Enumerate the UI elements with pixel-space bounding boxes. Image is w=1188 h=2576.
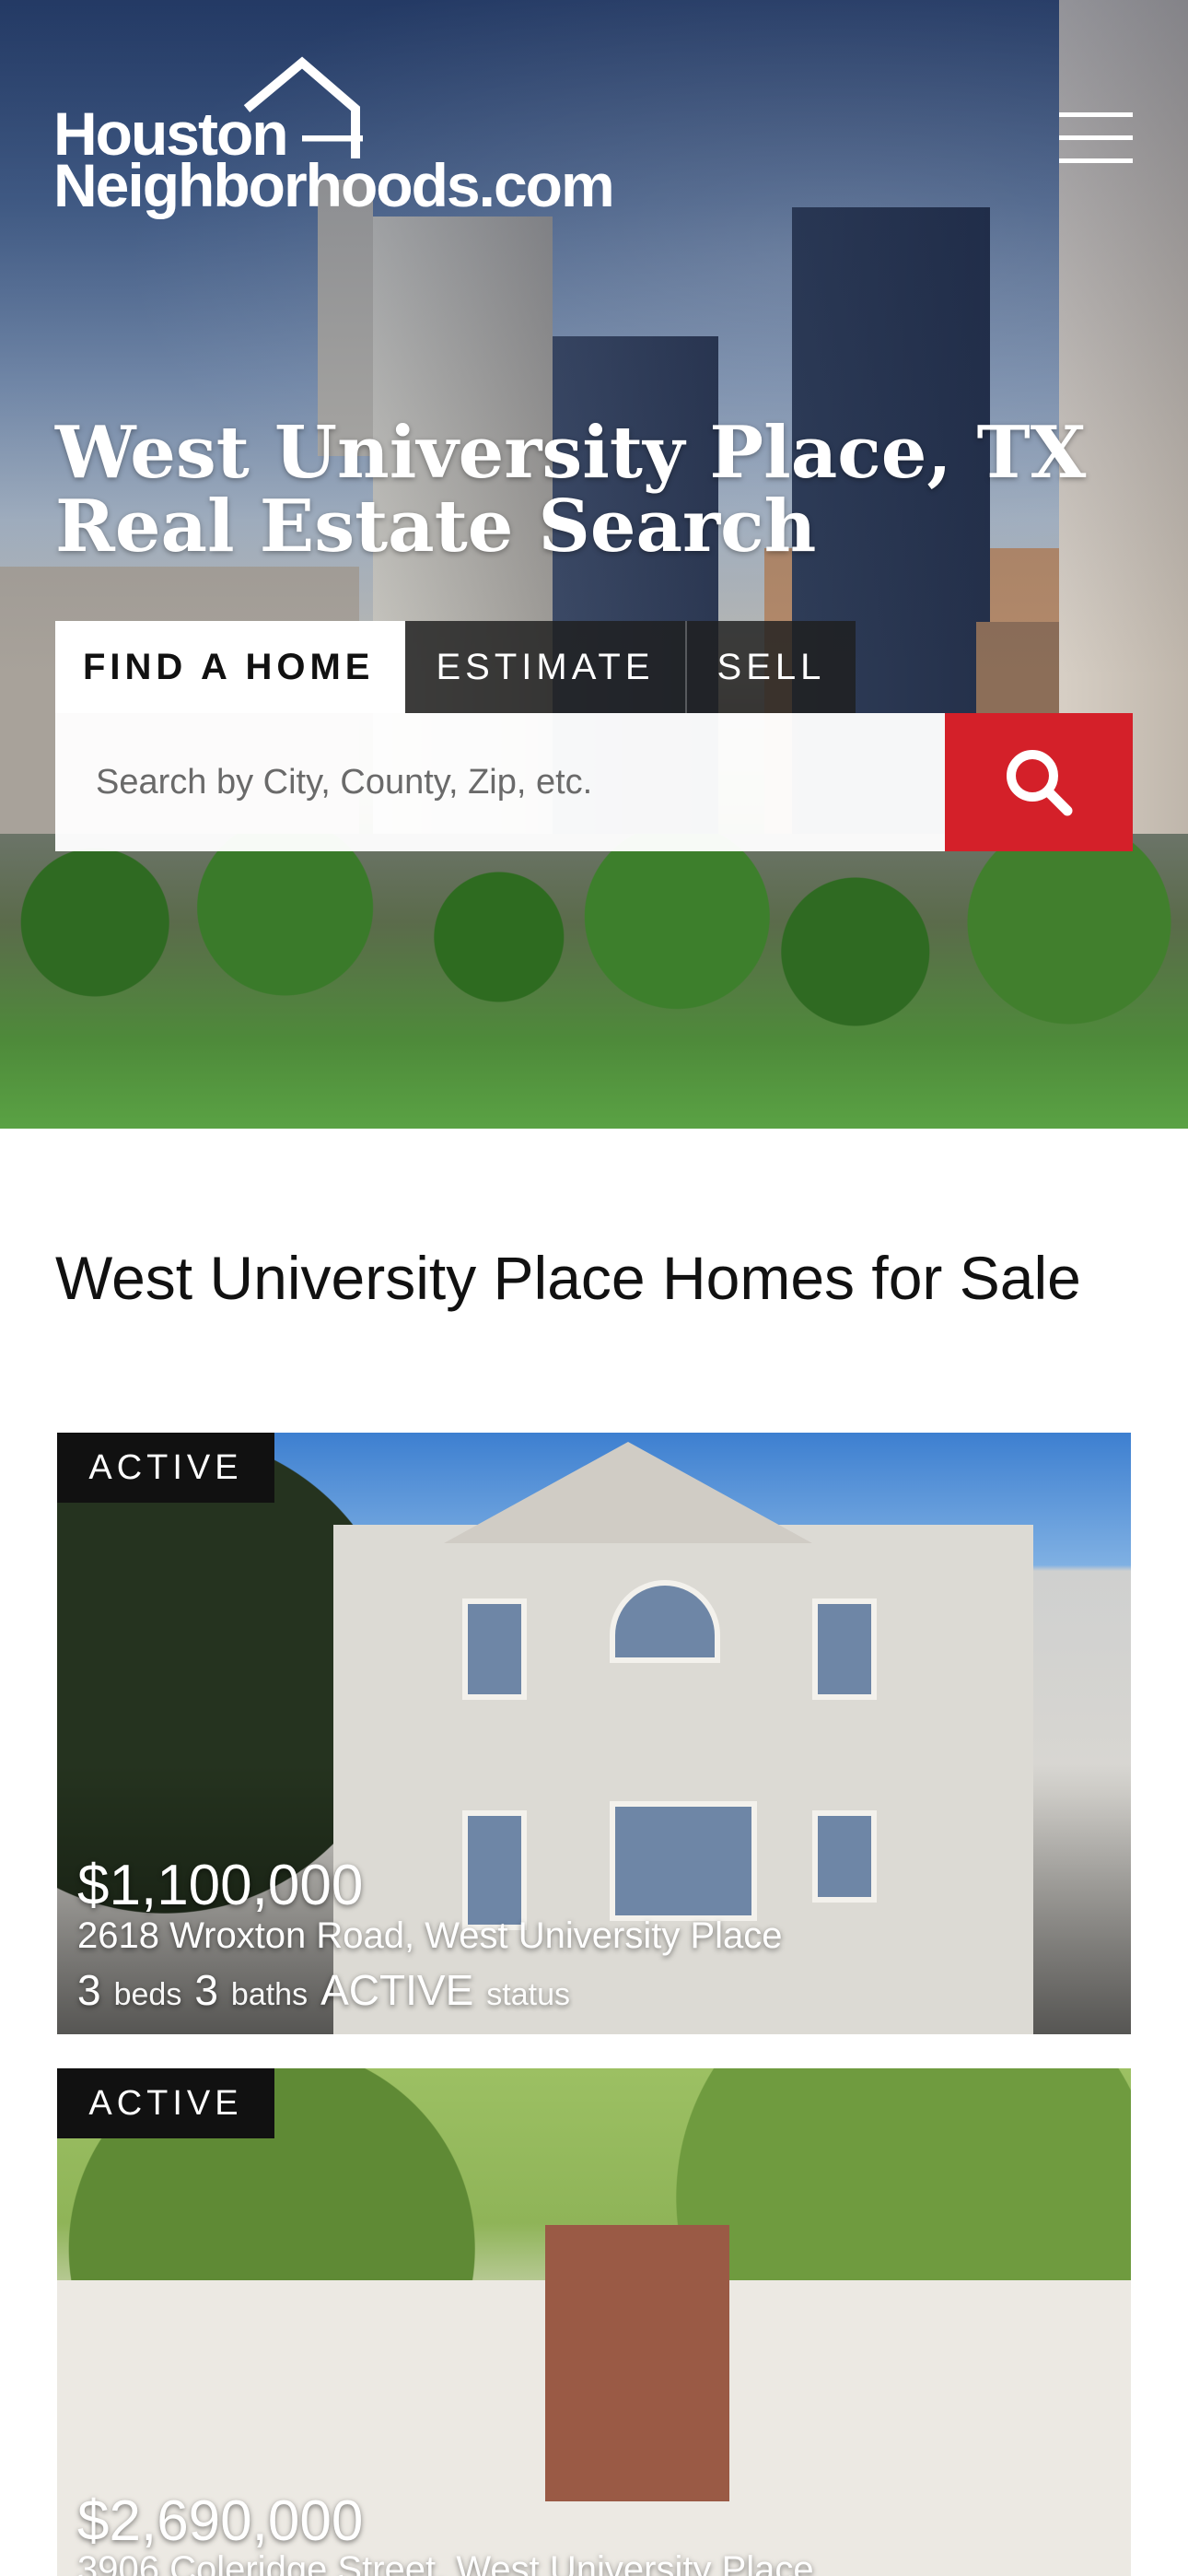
beds-count: 3 bbox=[77, 1966, 101, 2014]
house-illustration bbox=[333, 1442, 1033, 2034]
logo-line-2: Neighborhoods.com bbox=[53, 151, 615, 219]
hamburger-menu-icon[interactable] bbox=[1059, 109, 1133, 166]
baths-count: 3 bbox=[194, 1966, 218, 2014]
tab-estimate[interactable]: ESTIMATE bbox=[405, 621, 685, 713]
page-title: West University Place, TX Real Estate Se… bbox=[55, 411, 1087, 568]
listing-card[interactable]: ACTIVE $2,690,000 3906 Coleridge Street,… bbox=[57, 2068, 1131, 2576]
listing-address: 3906 Coleridge Street, West University P… bbox=[77, 2549, 814, 2576]
site-logo[interactable]: Houston — Neighborhoods.com bbox=[53, 55, 624, 221]
listing-card[interactable]: ACTIVE $1,100,000 2618 Wroxton Road, Wes… bbox=[57, 1433, 1131, 2034]
search-tabs: FIND A HOME ESTIMATE SELL bbox=[55, 621, 856, 713]
search-button[interactable] bbox=[945, 713, 1133, 851]
listing-price: $2,690,000 bbox=[77, 2489, 364, 2553]
search-input[interactable] bbox=[55, 713, 945, 851]
baths-label: baths bbox=[230, 1977, 309, 2012]
status-value: ACTIVE bbox=[320, 1966, 474, 2014]
search-icon bbox=[1007, 750, 1073, 816]
hero-banner: Houston — Neighborhoods.com West Univers… bbox=[0, 0, 1188, 1129]
tab-sell[interactable]: SELL bbox=[684, 621, 856, 713]
listing-price: $1,100,000 bbox=[77, 1854, 364, 1917]
tab-find-a-home[interactable]: FIND A HOME bbox=[55, 621, 406, 713]
beds-label: beds bbox=[113, 1977, 182, 2012]
status-badge: ACTIVE bbox=[57, 2068, 274, 2138]
status-label: status bbox=[486, 1977, 570, 2012]
listing-address: 2618 Wroxton Road, West University Place bbox=[77, 1915, 783, 1956]
listings-heading: West University Place Homes for Sale bbox=[55, 1244, 1081, 1312]
status-badge: ACTIVE bbox=[57, 1433, 274, 1503]
listing-details: 3 beds 3 baths ACTIVE status bbox=[77, 1965, 570, 2015]
search-bar bbox=[55, 713, 1133, 851]
